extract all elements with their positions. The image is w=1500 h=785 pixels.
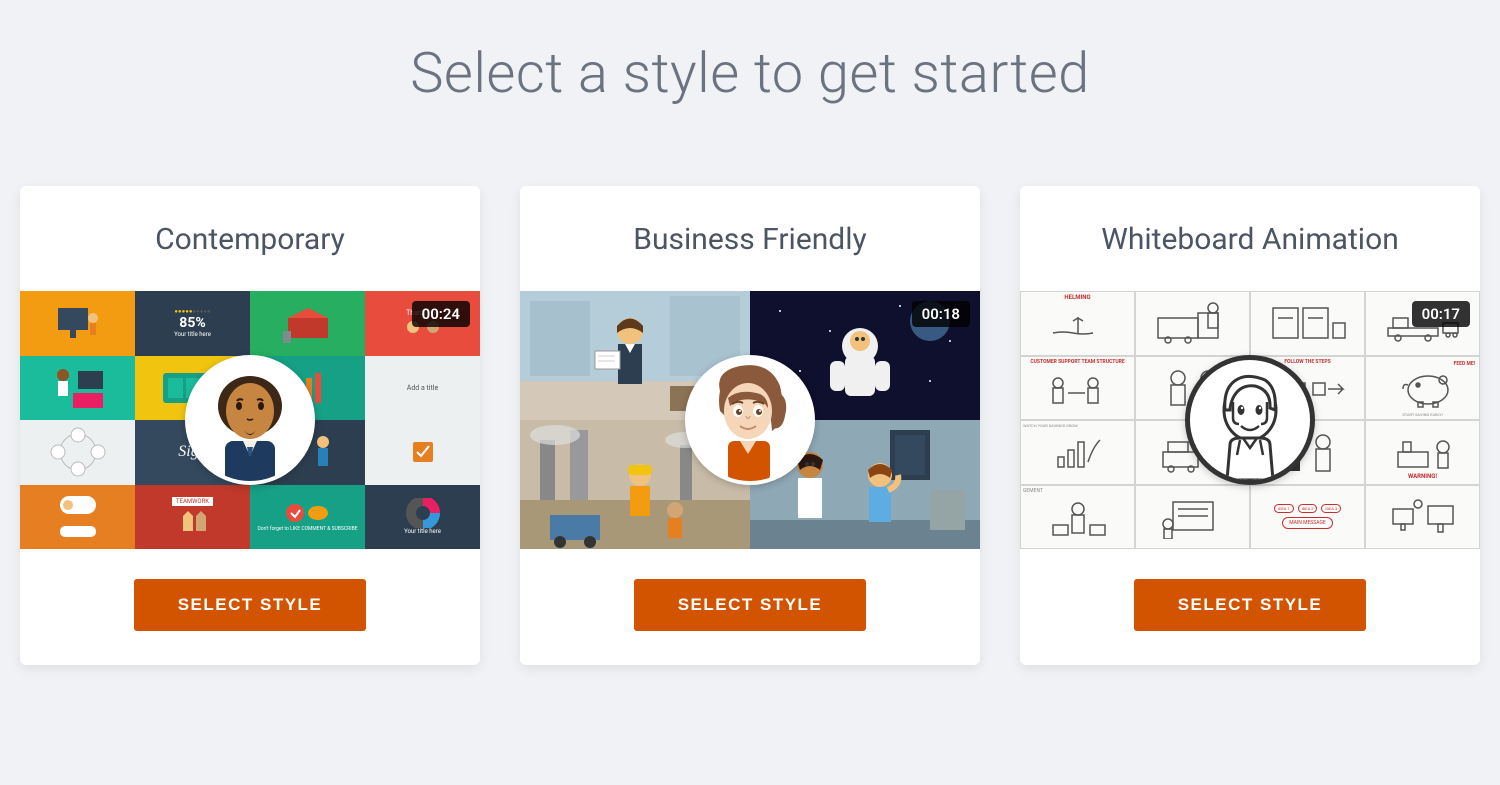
- card-title-business-friendly: Business Friendly: [520, 186, 980, 291]
- duration-badge: 00:24: [412, 301, 470, 327]
- avatar-contemporary: [185, 355, 315, 485]
- select-style-button-business-friendly[interactable]: SELECT STYLE: [634, 579, 867, 631]
- style-card-whiteboard: Whiteboard Animation 00:17 HELMING CU: [1020, 186, 1480, 665]
- avatar-business-friendly: [685, 355, 815, 485]
- page-title: Select a style to get started: [0, 0, 1500, 186]
- card-title-contemporary: Contemporary: [20, 186, 480, 291]
- select-style-button-whiteboard[interactable]: SELECT STYLE: [1134, 579, 1367, 631]
- style-card-business-friendly: Business Friendly 00:18: [520, 186, 980, 665]
- preview-whiteboard[interactable]: 00:17 HELMING CUSTOMER SUPPORT TEAM STRU…: [1020, 291, 1480, 549]
- preview-business-friendly[interactable]: 00:18: [520, 291, 980, 549]
- stat-label: 85%: [179, 315, 205, 331]
- select-style-button-contemporary[interactable]: SELECT STYLE: [134, 579, 367, 631]
- style-cards-container: Contemporary 00:24 ●●●●●●●●●● 85% Your t…: [0, 186, 1500, 665]
- preview-contemporary[interactable]: 00:24 ●●●●●●●●●● 85% Your title here Tha…: [20, 291, 480, 549]
- duration-badge: 00:17: [1412, 301, 1470, 327]
- avatar-whiteboard: [1185, 355, 1315, 485]
- duration-badge: 00:18: [912, 301, 970, 327]
- style-card-contemporary: Contemporary 00:24 ●●●●●●●●●● 85% Your t…: [20, 186, 480, 665]
- card-title-whiteboard: Whiteboard Animation: [1020, 186, 1480, 291]
